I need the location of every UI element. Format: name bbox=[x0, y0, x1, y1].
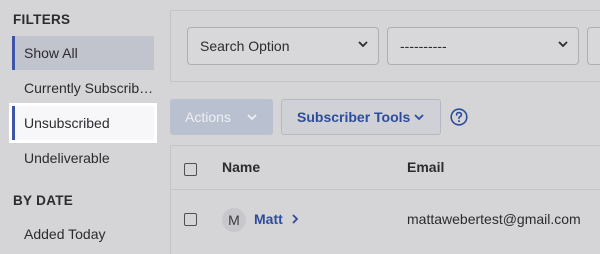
column-header-email[interactable]: Email bbox=[407, 159, 444, 175]
help-icon[interactable] bbox=[450, 108, 468, 126]
chevron-down-icon bbox=[414, 114, 424, 121]
main-content: Search Option ---------- Actions Subscri… bbox=[170, 0, 600, 254]
sidebar-item-unsubscribed[interactable]: Unsubscribed bbox=[12, 106, 154, 140]
search-option-value: Search Option bbox=[200, 38, 290, 54]
row-checkbox[interactable] bbox=[184, 213, 197, 226]
subscriber-email: mattawebertest@gmail.com bbox=[407, 211, 581, 227]
by-date-heading: BY DATE bbox=[13, 193, 74, 208]
actions-label: Actions bbox=[185, 109, 231, 125]
filters-heading: FILTERS bbox=[13, 12, 71, 27]
chevron-down-icon bbox=[558, 41, 568, 48]
sidebar-item-show-all[interactable]: Show All bbox=[12, 36, 154, 70]
sidebar-item-added-today[interactable]: Added Today bbox=[12, 217, 154, 251]
filter-value-select[interactable]: ---------- bbox=[387, 27, 579, 65]
filter-value: ---------- bbox=[400, 38, 447, 54]
row-divider bbox=[171, 189, 600, 190]
subscribers-table: Name Email M Matt mattawebertest@gmail.c… bbox=[170, 145, 600, 254]
column-header-name[interactable]: Name bbox=[222, 159, 260, 175]
sidebar: FILTERS Show All Currently Subscribed Un… bbox=[0, 0, 160, 254]
filter-panel: Search Option ---------- bbox=[170, 10, 600, 82]
chevron-down-icon bbox=[358, 41, 368, 48]
chevron-right-icon bbox=[292, 214, 298, 224]
search-option-select[interactable]: Search Option bbox=[187, 27, 379, 65]
subscriber-tools-button[interactable]: Subscriber Tools bbox=[281, 99, 441, 135]
subscriber-name: Matt bbox=[254, 211, 283, 227]
avatar: M bbox=[222, 208, 246, 232]
subscriber-tools-label: Subscriber Tools bbox=[297, 109, 411, 125]
chevron-down-icon bbox=[247, 114, 257, 121]
third-select[interactable] bbox=[587, 27, 600, 65]
subscriber-name-link[interactable]: Matt bbox=[254, 211, 299, 227]
select-all-checkbox[interactable] bbox=[184, 163, 197, 176]
sidebar-item-undeliverable[interactable]: Undeliverable bbox=[12, 141, 154, 175]
sidebar-item-currently-subscribed[interactable]: Currently Subscribed bbox=[12, 71, 154, 105]
actions-button[interactable]: Actions bbox=[170, 99, 273, 135]
